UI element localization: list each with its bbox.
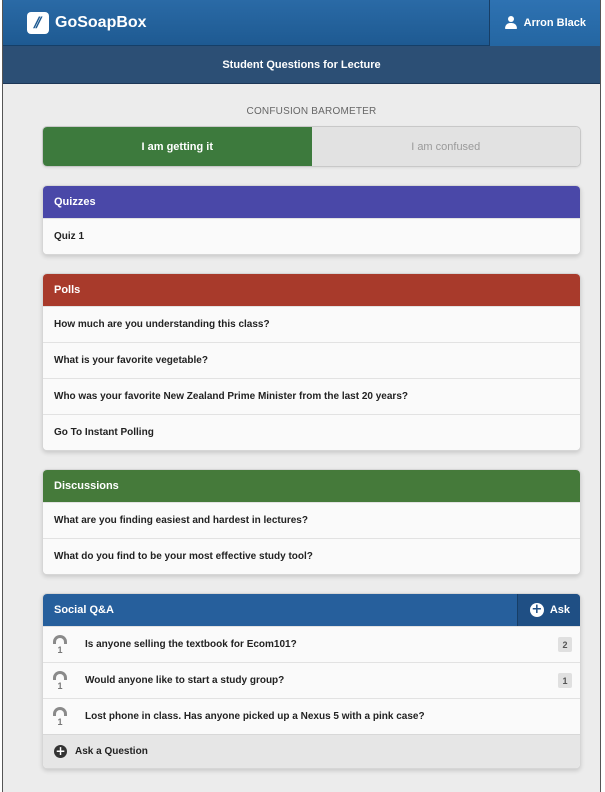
answer-count-badge: 2 [558, 637, 572, 652]
instant-polling-link[interactable]: Go To Instant Polling [43, 414, 580, 450]
discussions-panel: Discussions What are you finding easiest… [42, 469, 581, 575]
question-row[interactable]: 1 Is anyone selling the textbook for Eco… [43, 626, 580, 662]
ask-button[interactable]: + Ask [516, 594, 580, 626]
plus-circle-icon: + [54, 744, 67, 758]
upvote-arrow-icon [53, 670, 67, 680]
quizzes-panel: Quizzes Quiz 1 [42, 185, 581, 255]
poll-item-label: What is your favorite vegetable? [54, 355, 208, 366]
confusion-barometer: I am getting it I am confused [42, 126, 581, 167]
quiz-item[interactable]: Quiz 1 [43, 218, 580, 254]
upvote-arrow-icon [53, 706, 67, 716]
answer-count-badge: 1 [558, 673, 572, 688]
social-qa-header: Social Q&A + Ask [43, 594, 580, 626]
poll-item[interactable]: What is your favorite vegetable? [43, 342, 580, 378]
instant-polling-label: Go To Instant Polling [54, 427, 154, 438]
polls-title: Polls [54, 284, 81, 296]
logo-icon: // [27, 11, 49, 34]
user-menu-button[interactable]: Arron Black [488, 0, 600, 46]
poll-item-label: Who was your favorite New Zealand Prime … [54, 391, 408, 402]
ask-question-button[interactable]: + Ask a Question [43, 734, 580, 768]
ask-button-label: Ask [549, 604, 570, 616]
discussions-title: Discussions [54, 480, 119, 492]
polls-header: Polls [43, 274, 580, 306]
page-title-bar: Student Questions for Lecture [3, 46, 600, 84]
quizzes-title: Quizzes [54, 196, 96, 208]
logo-glyph: // [34, 14, 41, 31]
quizzes-header: Quizzes [43, 186, 580, 218]
barometer-title: CONFUSION BAROMETER [246, 106, 377, 117]
discussion-item-label: What do you find to be your most effecti… [54, 551, 313, 562]
vote-count: 1 [57, 680, 63, 691]
upvote-arrow-icon [53, 634, 67, 644]
question-text: Is anyone selling the textbook for Ecom1… [85, 639, 297, 650]
brand[interactable]: // GoSoapBox [3, 11, 147, 34]
social-qa-title: Social Q&A [54, 604, 114, 616]
top-navbar: // GoSoapBox Arron Black [3, 0, 600, 46]
vote-count: 1 [57, 716, 63, 727]
ask-question-label: Ask a Question [75, 746, 148, 757]
social-qa-panel: Social Q&A + Ask 1 Is anyone selling the… [42, 593, 581, 769]
polls-panel: Polls How much are you understanding thi… [42, 273, 581, 451]
upvote-button[interactable]: 1 [43, 670, 77, 691]
poll-item-label: How much are you understanding this clas… [54, 319, 270, 330]
poll-item[interactable]: Who was your favorite New Zealand Prime … [43, 378, 580, 414]
poll-item[interactable]: How much are you understanding this clas… [43, 306, 580, 342]
page-title: Student Questions for Lecture [222, 58, 381, 71]
user-name: Arron Black [523, 16, 586, 29]
vote-count: 1 [57, 644, 63, 655]
discussion-item[interactable]: What are you finding easiest and hardest… [43, 502, 580, 538]
question-text: Lost phone in class. Has anyone picked u… [85, 711, 425, 722]
quiz-item-label: Quiz 1 [54, 231, 85, 242]
discussion-item-label: What are you finding easiest and hardest… [54, 515, 308, 526]
user-icon [504, 15, 518, 30]
question-text: Would anyone like to start a study group… [85, 675, 285, 686]
upvote-button[interactable]: 1 [43, 634, 77, 655]
app-frame: // GoSoapBox Arron Black Student Questio… [2, 0, 601, 792]
main-content: CONFUSION BAROMETER I am getting it I am… [3, 106, 600, 769]
plus-circle-icon: + [529, 602, 544, 617]
question-row[interactable]: 1 Lost phone in class. Has anyone picked… [43, 698, 580, 734]
upvote-button[interactable]: 1 [43, 706, 77, 727]
question-row[interactable]: 1 Would anyone like to start a study gro… [43, 662, 580, 698]
getting-it-button[interactable]: I am getting it [43, 127, 312, 166]
brand-name: GoSoapBox [55, 13, 147, 31]
discussions-header: Discussions [43, 470, 580, 502]
discussion-item[interactable]: What do you find to be your most effecti… [43, 538, 580, 574]
confused-button[interactable]: I am confused [311, 127, 580, 166]
